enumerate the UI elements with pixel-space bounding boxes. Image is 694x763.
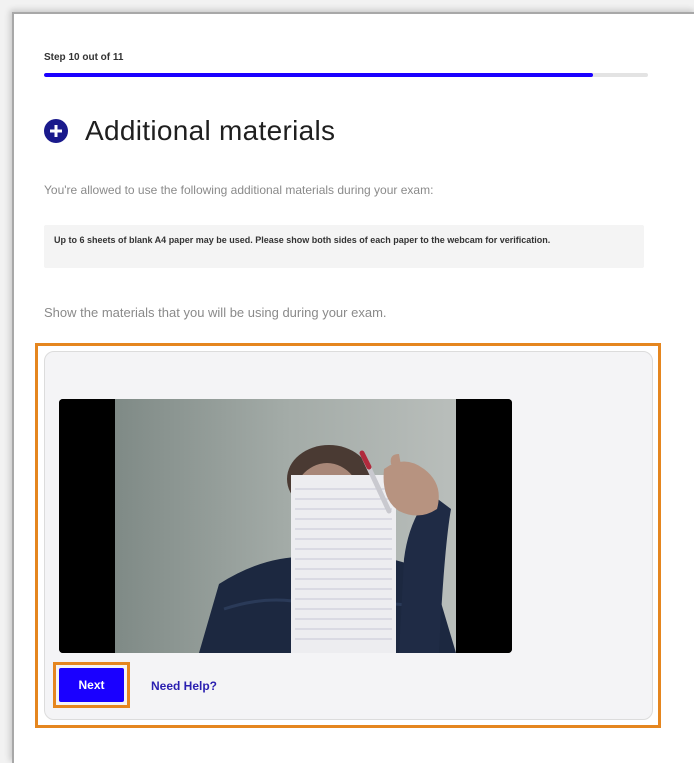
plus-circle-icon xyxy=(44,119,68,143)
page-header: Additional materials xyxy=(44,115,335,147)
progress-bar-fill xyxy=(44,73,594,77)
intro-text: You're allowed to use the following addi… xyxy=(44,183,434,197)
instruction-text: Show the materials that you will be usin… xyxy=(44,305,387,320)
next-button[interactable]: Next xyxy=(59,668,124,702)
webcam-image xyxy=(59,399,512,653)
materials-note: Up to 6 sheets of blank A4 paper may be … xyxy=(44,225,644,268)
step-label: Step 10 out of 11 xyxy=(44,52,124,63)
webcam-feed xyxy=(59,399,512,653)
progress-bar xyxy=(44,73,648,77)
need-help-link[interactable]: Need Help? xyxy=(151,679,217,693)
page-title: Additional materials xyxy=(85,115,336,146)
